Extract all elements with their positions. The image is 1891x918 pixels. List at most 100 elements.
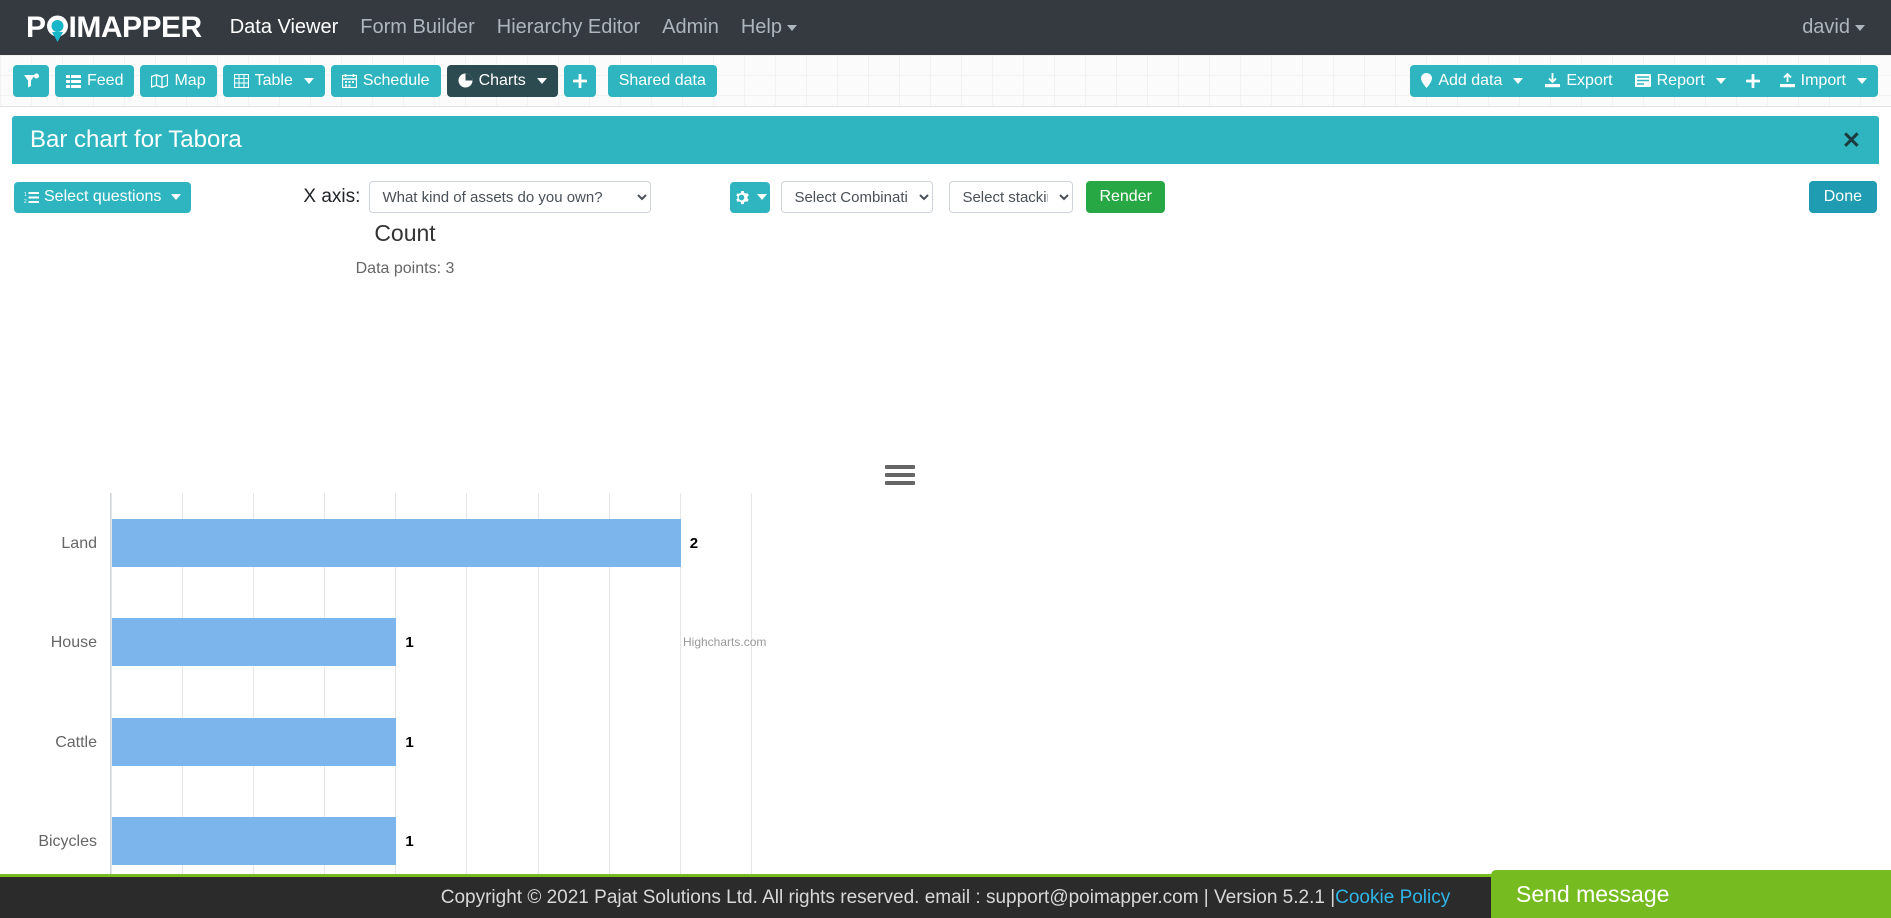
- list-icon: [66, 74, 81, 88]
- nav-link-help[interactable]: Help: [741, 16, 797, 39]
- select-questions-label: Select questions: [44, 188, 162, 205]
- plus-icon: [572, 73, 587, 88]
- cookie-policy-link[interactable]: Cookie Policy: [1335, 887, 1450, 909]
- table-icon: [233, 73, 249, 88]
- chart-title: Count: [374, 220, 436, 246]
- nav-link-form-builder[interactable]: Form Builder: [360, 16, 474, 39]
- chart-settings-button[interactable]: [730, 181, 771, 213]
- bar-chart: Count Data points: 3 00.250.50.7511.251.…: [0, 213, 1891, 914]
- send-message-widget[interactable]: Send message: [1491, 870, 1891, 918]
- nav-link-hierarchy-editor[interactable]: Hierarchy Editor: [497, 16, 640, 39]
- report-icon: [1634, 74, 1651, 87]
- svg-text:2: 2: [24, 199, 27, 204]
- chart-bar-value-label: 1: [405, 733, 414, 751]
- add-chart-button[interactable]: [563, 64, 596, 97]
- nav-link-admin[interactable]: Admin: [662, 16, 719, 39]
- brand-text-pre: P: [26, 10, 46, 44]
- add-data-button-label: Add data: [1438, 71, 1503, 89]
- add-data-button[interactable]: Add data: [1410, 64, 1535, 97]
- send-message-label: Send message: [1516, 880, 1670, 907]
- toolbar-right-group: Add data Export Report Import: [1410, 64, 1878, 97]
- chart-bar[interactable]: [112, 518, 681, 567]
- brand-text-post: IMAPPER: [68, 10, 203, 44]
- charts-button-label: Charts: [478, 71, 526, 89]
- chart-subtitle: Data points: 3: [355, 260, 455, 277]
- charts-button[interactable]: Charts: [446, 64, 558, 97]
- chevron-down-icon: [536, 77, 547, 84]
- chart-category-label: Cattle: [55, 733, 97, 751]
- chart-context-menu-icon[interactable]: [885, 465, 915, 489]
- poimapper-logo[interactable]: P IMAPPER: [26, 11, 202, 45]
- table-button-label: Table: [254, 71, 293, 89]
- render-button[interactable]: Render: [1086, 181, 1165, 213]
- close-icon[interactable]: ✕: [1842, 128, 1861, 152]
- chevron-down-icon: [1715, 77, 1726, 84]
- plus-icon: [1745, 73, 1760, 88]
- chart-credit: Highcharts.com: [683, 635, 767, 649]
- chart-bar-value-label: 2: [689, 534, 699, 552]
- select-questions-button[interactable]: 12 Select questions: [14, 181, 192, 213]
- menu-bar-3: [885, 481, 915, 485]
- list-ol-icon: 12: [24, 191, 39, 204]
- chart-bar[interactable]: [112, 817, 397, 866]
- chevron-down-icon: [303, 77, 314, 84]
- chart-bar-value-label: 1: [405, 634, 414, 652]
- gear-icon: [734, 190, 749, 205]
- export-button-label: Export: [1566, 71, 1613, 89]
- map-button-label: Map: [174, 71, 206, 89]
- report-button-label: Report: [1656, 71, 1705, 89]
- chart-gridline: [750, 493, 752, 891]
- chevron-down-icon: [1513, 77, 1524, 84]
- pie-chart-icon: [458, 73, 473, 88]
- combination-select[interactable]: Select Combination: [781, 181, 934, 213]
- nav-right-group: david: [1802, 16, 1865, 39]
- user-menu-label: david: [1802, 16, 1850, 38]
- import-button[interactable]: Import: [1768, 64, 1878, 97]
- chart-controls-row: 12 Select questions X axis: What kind of…: [0, 164, 1891, 213]
- download-icon: [1545, 73, 1561, 88]
- map-icon: [151, 73, 169, 88]
- stacking-select[interactable]: Select stacking: [949, 181, 1074, 213]
- map-button[interactable]: Map: [140, 64, 217, 97]
- svg-text:1: 1: [24, 192, 27, 198]
- chevron-down-icon: [171, 194, 182, 200]
- chart-bar[interactable]: [112, 717, 397, 766]
- table-button[interactable]: Table: [222, 64, 325, 97]
- report-button[interactable]: Report: [1623, 64, 1737, 97]
- chart-category-label: Bicycles: [38, 833, 97, 851]
- add-report-button[interactable]: [1736, 64, 1769, 97]
- feed-button[interactable]: Feed: [55, 64, 135, 97]
- nav-link-data-viewer[interactable]: Data Viewer: [230, 16, 339, 39]
- top-navigation-bar: P IMAPPER Data Viewer Form Builder Hierar…: [0, 0, 1891, 55]
- chevron-down-icon: [787, 24, 797, 31]
- funnel-icon: [23, 73, 39, 89]
- shared-data-button[interactable]: Shared data: [607, 64, 717, 97]
- chart-plot-area: 00.250.50.7511.251.51.7522.252Land1House…: [38, 493, 766, 914]
- chart-bar[interactable]: [112, 618, 397, 667]
- filter-button[interactable]: [13, 64, 49, 97]
- schedule-button-label: Schedule: [362, 71, 430, 89]
- view-toolbar: Feed Map Table Schedule Charts Shared da…: [0, 55, 1891, 107]
- chart-bar-value-label: 1: [405, 833, 414, 851]
- location-pin-icon: [1421, 73, 1433, 88]
- copyright-text: Copyright © 2021 Pajat Solutions Ltd. Al…: [440, 886, 1336, 908]
- chart-panel-header: Bar chart for Tabora ✕: [12, 116, 1879, 164]
- chevron-down-icon: [1855, 24, 1865, 31]
- export-button[interactable]: Export: [1534, 64, 1624, 97]
- toolbar-left-group: Feed Map Table Schedule Charts Shared da…: [13, 64, 717, 97]
- shared-data-button-label: Shared data: [618, 71, 706, 89]
- map-pin-icon: [46, 13, 69, 43]
- import-button-label: Import: [1800, 71, 1846, 89]
- x-axis-select[interactable]: What kind of assets do you own?: [369, 181, 652, 213]
- user-menu[interactable]: david: [1802, 16, 1865, 39]
- nav-link-help-label: Help: [740, 16, 782, 38]
- menu-bar-1: [885, 465, 915, 469]
- chart-category-label: Land: [61, 534, 97, 552]
- feed-button-label: Feed: [87, 71, 124, 89]
- done-button[interactable]: Done: [1808, 181, 1877, 213]
- schedule-button[interactable]: Schedule: [330, 64, 441, 97]
- chart-category-label: House: [50, 634, 97, 652]
- main-nav-links: Data Viewer Form Builder Hierarchy Edito…: [230, 16, 797, 39]
- x-axis-label: X axis:: [303, 186, 361, 207]
- page-title: Bar chart for Tabora: [30, 126, 242, 153]
